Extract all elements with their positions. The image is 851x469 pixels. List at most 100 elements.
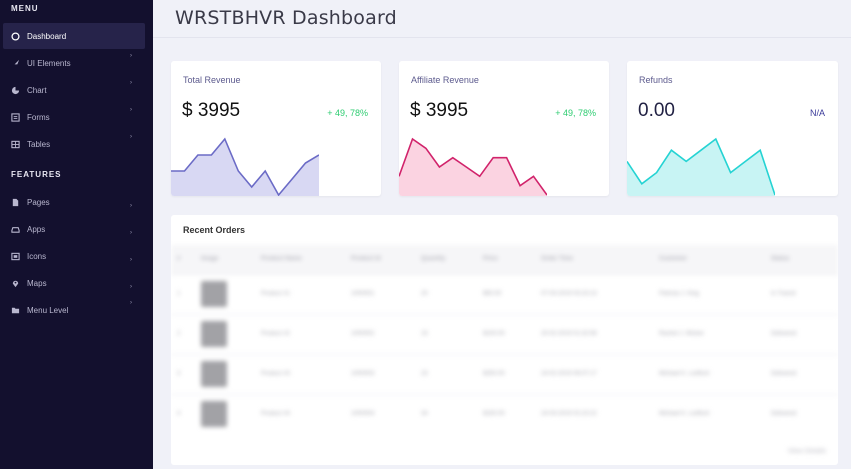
cell: Rachel J. Wicker <box>653 313 765 354</box>
sidebar-item-pages[interactable]: Pages › <box>3 189 145 215</box>
recent-orders-panel: Recent Orders # Image Product Name Produ… <box>171 215 838 465</box>
cell: $250.00 <box>477 353 535 394</box>
card-title: Affiliate Revenue <box>411 75 479 85</box>
orders-title: Recent Orders <box>183 225 246 235</box>
sidebar-item-menu-level[interactable]: Menu Level › <box>3 297 145 323</box>
chevron-right-icon: › <box>130 284 132 290</box>
sidebar-item-dashboard[interactable]: Dashboard › <box>3 23 145 49</box>
product-thumbnail <box>195 353 255 394</box>
card-value: $ 3995 <box>182 100 241 121</box>
cell: 24-03-2019 02:10:22 <box>535 393 653 434</box>
sidebar-item-icons[interactable]: Icons › <box>3 243 145 269</box>
column-header: Status <box>765 245 838 274</box>
sidebar-item-tables[interactable]: Tables › <box>3 131 145 157</box>
features-section-title: FEATURES <box>11 170 62 179</box>
cell: $150.00 <box>477 393 535 434</box>
table-row[interactable]: 3 Product #3 1000003 23 $250.00 24-02-20… <box>171 353 838 394</box>
cell: 1000001 <box>345 273 415 314</box>
cell: Product #1 <box>255 273 345 314</box>
cell: 07-03-2019 03:23:13 <box>535 273 653 314</box>
refunds-card: Refunds 0.00 N/A <box>627 61 838 196</box>
file-icon <box>11 198 20 207</box>
sparkline-area <box>171 139 319 196</box>
chevron-right-icon: › <box>130 203 132 209</box>
cell: 2 <box>171 313 195 354</box>
sidebar-item-label: Tables <box>27 139 51 149</box>
column-header: Order Time <box>535 245 653 274</box>
column-header: Image <box>195 245 255 274</box>
column-header: Price <box>477 245 535 274</box>
page-title: WRSTBHVR Dashboard <box>175 7 397 29</box>
chevron-right-icon: › <box>130 230 132 236</box>
sidebar-item-label: Chart <box>27 85 47 95</box>
column-header: Quantity <box>415 245 477 274</box>
view-details-button[interactable]: View Details <box>788 448 826 455</box>
sidebar-item-forms[interactable]: Forms › <box>3 104 145 130</box>
table-row[interactable]: 2 Product #2 1000002 15 $100.00 20-02-20… <box>171 313 838 354</box>
card-title: Total Revenue <box>183 75 241 85</box>
cell: Michael K. Ledford <box>653 393 765 434</box>
chevron-right-icon: › <box>130 53 132 59</box>
card-title: Refunds <box>639 75 673 85</box>
dashboard-icon <box>11 31 20 41</box>
sidebar-item-label: Maps <box>27 278 47 288</box>
cell: Michael K. Ledford <box>653 353 765 394</box>
sparkline-chart <box>399 137 547 196</box>
form-icon <box>11 112 20 122</box>
sidebar-item-label: Pages <box>27 197 50 207</box>
sidebar-item-maps[interactable]: Maps › <box>3 270 145 296</box>
cell: $100.00 <box>477 313 535 354</box>
cell: Product #4 <box>255 393 345 434</box>
cell: Product #2 <box>255 313 345 354</box>
column-header: Product Name <box>255 245 345 274</box>
sparkline-chart <box>171 137 319 196</box>
rocket-icon <box>11 59 20 68</box>
header-divider <box>153 37 851 38</box>
icons-icon <box>11 252 20 261</box>
cell: 20-02-2019 01:32:58 <box>535 313 653 354</box>
column-header: # <box>171 245 195 274</box>
status-badge: Delivered <box>765 353 838 394</box>
cell: $50.00 <box>477 273 535 314</box>
card-change: N/A <box>809 108 825 118</box>
sidebar-item-label: Forms <box>27 112 50 122</box>
status-badge: Delivered <box>765 393 838 434</box>
column-header: Customer <box>653 245 765 274</box>
cell: 4 <box>171 393 195 434</box>
status-badge: Delivered <box>765 313 838 354</box>
sidebar-item-label: Icons <box>27 251 47 261</box>
sidebar: MENU Dashboard › UI Elements › Chart › F… <box>0 0 153 469</box>
sparkline-area <box>627 139 775 196</box>
sidebar-item-chart[interactable]: Chart › <box>3 77 145 103</box>
chevron-right-icon: › <box>130 300 132 306</box>
cell: Patricia J. King <box>653 273 765 314</box>
chevron-right-icon: › <box>130 107 132 113</box>
cell: 20 <box>415 273 477 314</box>
card-change: + 49, 78% <box>555 108 596 118</box>
pie-chart-icon <box>11 86 20 95</box>
card-value: $ 3995 <box>410 100 469 121</box>
sidebar-item-apps[interactable]: Apps › <box>3 216 145 242</box>
chevron-right-icon: › <box>130 257 132 263</box>
table-row[interactable]: 1 Product #1 1000001 20 $50.00 07-03-201… <box>171 273 838 314</box>
product-thumbnail <box>195 393 255 434</box>
orders-table: # Image Product Name Product Id Quantity… <box>171 245 838 434</box>
chevron-right-icon: › <box>130 134 132 140</box>
sidebar-item-label: Dashboard <box>27 31 67 41</box>
cell: 24-02-2019 06:07:17 <box>535 353 653 394</box>
sparkline-area <box>399 139 547 196</box>
orders-table-wrapper: # Image Product Name Product Id Quantity… <box>171 245 838 465</box>
product-thumbnail <box>195 273 255 314</box>
table-row[interactable]: 4 Product #4 1000004 34 $150.00 24-03-20… <box>171 393 838 434</box>
sidebar-item-label: Menu Level <box>27 305 69 315</box>
menu-section-title: MENU <box>11 4 39 13</box>
sidebar-item-label: Apps <box>27 224 46 234</box>
cell: 1000004 <box>345 393 415 434</box>
folder-icon <box>11 306 20 315</box>
column-header: Product Id <box>345 245 415 274</box>
table-header-row: # Image Product Name Product Id Quantity… <box>171 245 838 274</box>
affiliate-revenue-card: Affiliate Revenue $ 3995 + 49, 78% <box>399 61 609 196</box>
sidebar-item-ui-elements[interactable]: UI Elements › <box>3 50 145 76</box>
sparkline-chart <box>627 137 775 196</box>
cell: 1 <box>171 273 195 314</box>
